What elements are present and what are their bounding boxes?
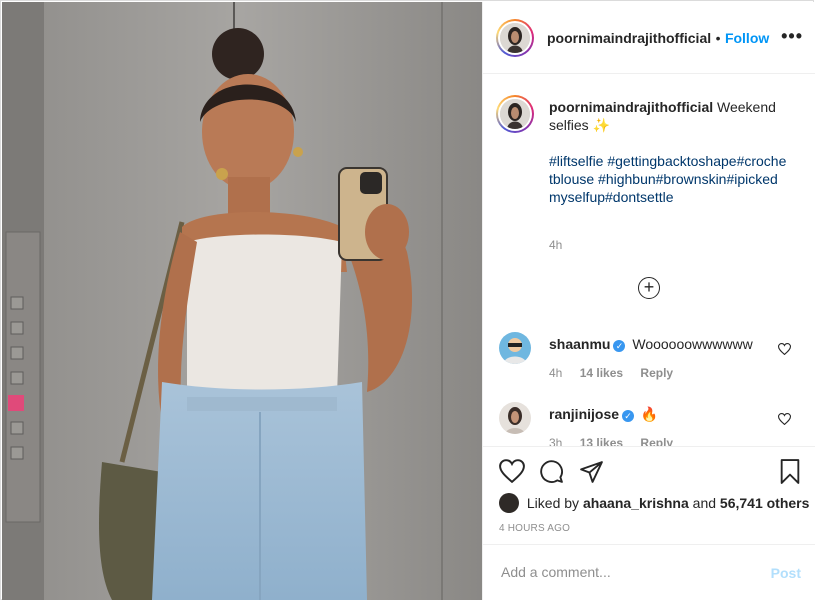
comment-heart-icon[interactable] xyxy=(777,342,792,360)
comment-username[interactable]: ranjinijose xyxy=(549,406,619,422)
comment-heart-icon[interactable] xyxy=(777,412,792,430)
reply-button[interactable]: Reply xyxy=(640,436,673,446)
caption: poornimaindrajithofficial Weekend selfie… xyxy=(549,98,789,134)
comments-list[interactable]: poornimaindrajithofficial Weekend selfie… xyxy=(483,74,815,446)
load-more-comments-icon[interactable]: + xyxy=(638,277,660,299)
comment: shaanmu ✓ Woooooowwwwww xyxy=(549,336,753,352)
caption-avatar[interactable] xyxy=(496,95,534,133)
separator-dot: • xyxy=(715,30,721,46)
header-username[interactable]: poornimaindrajithofficial xyxy=(547,30,711,46)
comment-text: Woooooowwwwww xyxy=(632,336,753,352)
comment-meta: 4h 14 likes Reply xyxy=(549,366,687,380)
caption-username[interactable]: poornimaindrajithofficial xyxy=(549,99,713,115)
share-icon[interactable] xyxy=(579,459,604,489)
liked-by-prefix: Liked by xyxy=(526,495,580,511)
post-button[interactable]: Post xyxy=(771,565,801,581)
liked-by-and: and xyxy=(692,495,717,511)
comment-icon[interactable] xyxy=(539,459,564,489)
likes-others[interactable]: 56,741 others xyxy=(720,495,810,511)
reply-button[interactable]: Reply xyxy=(640,366,673,380)
comment-avatar[interactable] xyxy=(499,332,531,364)
add-comment-bar: Post xyxy=(483,544,815,600)
caption-hashtags[interactable]: #liftselfie #gettingbacktoshape#crochetb… xyxy=(549,152,789,206)
post-sidebar: poornimaindrajithofficial • Follow ••• p… xyxy=(482,2,815,600)
action-bar: Liked by ahaana_krishna and 56,741 other… xyxy=(483,446,815,544)
verified-badge-icon: ✓ xyxy=(622,410,635,422)
caption-time[interactable]: 4h xyxy=(549,238,562,252)
more-options-icon[interactable]: ••• xyxy=(781,26,803,47)
avatar[interactable] xyxy=(496,19,534,57)
verified-badge-icon: ✓ xyxy=(613,340,626,352)
comment-time[interactable]: 4h xyxy=(549,366,562,380)
post-modal: poornimaindrajithofficial • Follow ••• p… xyxy=(0,0,815,600)
post-timestamp[interactable]: 4 HOURS AGO xyxy=(499,523,570,534)
liker-avatar[interactable] xyxy=(499,493,519,513)
post-header: poornimaindrajithofficial • Follow ••• xyxy=(483,2,815,74)
comment-input[interactable] xyxy=(499,563,753,581)
comment-likes[interactable]: 14 likes xyxy=(580,366,623,380)
comment-text: 🔥 xyxy=(640,406,659,422)
heart-icon[interactable] xyxy=(499,459,525,488)
sparkles-emoji: ✨ xyxy=(592,117,611,133)
bookmark-icon[interactable] xyxy=(779,459,801,489)
comment-meta: 3h 13 likes Reply xyxy=(549,436,687,446)
comment-username[interactable]: shaanmu xyxy=(549,336,610,352)
comment-likes[interactable]: 13 likes xyxy=(580,436,623,446)
post-photo[interactable] xyxy=(2,2,482,600)
comment-time[interactable]: 3h xyxy=(549,436,562,446)
liked-by-user[interactable]: ahaana_krishna xyxy=(583,495,689,511)
likes-summary: Liked by ahaana_krishna and 56,741 other… xyxy=(499,493,809,513)
comment: ranjinijose ✓ 🔥 xyxy=(549,406,658,423)
follow-button[interactable]: Follow xyxy=(725,30,769,46)
comment-avatar[interactable] xyxy=(499,402,531,434)
